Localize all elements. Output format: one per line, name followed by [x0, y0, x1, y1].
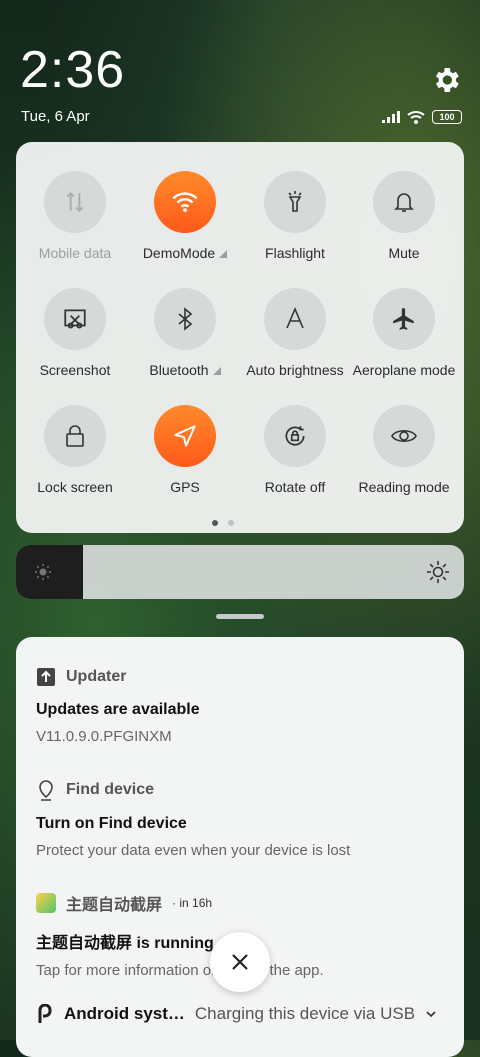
settings-gear-icon[interactable] [430, 64, 462, 96]
tile-rotate-off[interactable]: Rotate off [240, 405, 350, 495]
tile-label: Screenshot [39, 362, 111, 378]
page-dot[interactable] [228, 520, 234, 526]
auto-brightness-icon [264, 288, 326, 350]
close-icon [232, 954, 248, 970]
bell-icon [373, 171, 435, 233]
tile-auto-brightness[interactable]: Auto brightness [240, 288, 350, 378]
tile-label: Bluetooth [130, 362, 240, 378]
signal-icon [382, 111, 400, 123]
notification-panel: Updater Updates are available V11.0.9.0.… [16, 637, 464, 1057]
clock: 2:36 [20, 41, 126, 99]
brightness-high-icon [427, 561, 449, 583]
notification-updater[interactable]: Updater Updates are available V11.0.9.0.… [36, 667, 446, 745]
page-dot[interactable] [212, 520, 218, 526]
notification-title: Updates are available [36, 701, 200, 718]
airplane-icon [373, 288, 435, 350]
brightness-slider[interactable] [16, 545, 464, 599]
tile-demomode[interactable]: DemoMode [130, 171, 240, 261]
page-indicator [212, 520, 234, 526]
rotate-lock-icon [264, 405, 326, 467]
date: Tue, 6 Apr [21, 108, 90, 125]
tile-gps[interactable]: GPS [130, 405, 240, 495]
tile-label: DemoMode [130, 245, 240, 261]
tile-label: Reading mode [358, 479, 450, 495]
tile-mute[interactable]: Mute [349, 171, 459, 261]
tile-label: Mute [388, 245, 420, 261]
tile-label: Auto brightness [246, 362, 344, 378]
tile-label: Flashlight [265, 245, 325, 261]
lock-icon [44, 405, 106, 467]
drag-handle[interactable] [216, 614, 264, 619]
notification-time: · in 16h [172, 896, 213, 910]
tile-label: Mobile data [38, 245, 112, 261]
quick-settings-panel: Mobile data DemoMode Flashlight Mute Scr… [16, 142, 464, 533]
tile-bluetooth[interactable]: Bluetooth [130, 288, 240, 378]
notification-header: Updater [36, 667, 446, 687]
gps-icon [154, 405, 216, 467]
screenshot-icon [44, 288, 106, 350]
notification-app-name: 主题自动截屏 [66, 897, 163, 914]
tile-screenshot[interactable]: Screenshot [20, 288, 130, 378]
battery-indicator: 100 [432, 110, 462, 124]
tile-label: GPS [170, 479, 200, 495]
notification-body: V11.0.9.0.PFGINXM [36, 728, 172, 745]
notification-find-device[interactable]: Find device Turn on Find device Protect … [36, 779, 446, 859]
notification-app-name: Updater [66, 668, 127, 685]
brightness-low-icon [35, 564, 51, 580]
app-icon [36, 893, 56, 913]
clear-all-button[interactable] [210, 932, 270, 992]
notification-android-system[interactable]: Android syst… Charging this device via U… [36, 1004, 446, 1024]
flashlight-icon [264, 171, 326, 233]
status-icons: 100 [382, 110, 462, 124]
notification-header: 主题自动截屏 · in 16h [36, 891, 446, 915]
location-pin-icon [39, 780, 53, 801]
notification-body: Protect your data even when your device … [36, 842, 351, 859]
tile-reading-mode[interactable]: Reading mode [349, 405, 459, 495]
tile-mobile-data[interactable]: Mobile data [20, 171, 130, 261]
bluetooth-icon [154, 288, 216, 350]
notification-app-name: Find device [66, 781, 155, 798]
wifi-icon [154, 171, 216, 233]
wifi-status-icon [407, 111, 425, 124]
notification-body: Charging this device via USB [194, 1004, 416, 1023]
notification-app-name: Android syst… [64, 1004, 185, 1023]
tile-label: Lock screen [37, 479, 113, 495]
tile-flashlight[interactable]: Flashlight [240, 171, 350, 261]
chevron-down-icon[interactable] [425, 1010, 437, 1018]
tile-label: Rotate off [264, 479, 326, 495]
notification-title: Turn on Find device [36, 815, 187, 832]
mobile-data-icon [44, 171, 106, 233]
eye-icon [373, 405, 435, 467]
tile-aeroplane-mode[interactable]: Aeroplane mode [349, 288, 459, 378]
tile-label: Aeroplane mode [352, 362, 456, 378]
android-system-icon [38, 1004, 52, 1023]
notification-header: Find device [36, 779, 446, 801]
upload-arrow-icon [37, 668, 55, 686]
tile-lock-screen[interactable]: Lock screen [20, 405, 130, 495]
